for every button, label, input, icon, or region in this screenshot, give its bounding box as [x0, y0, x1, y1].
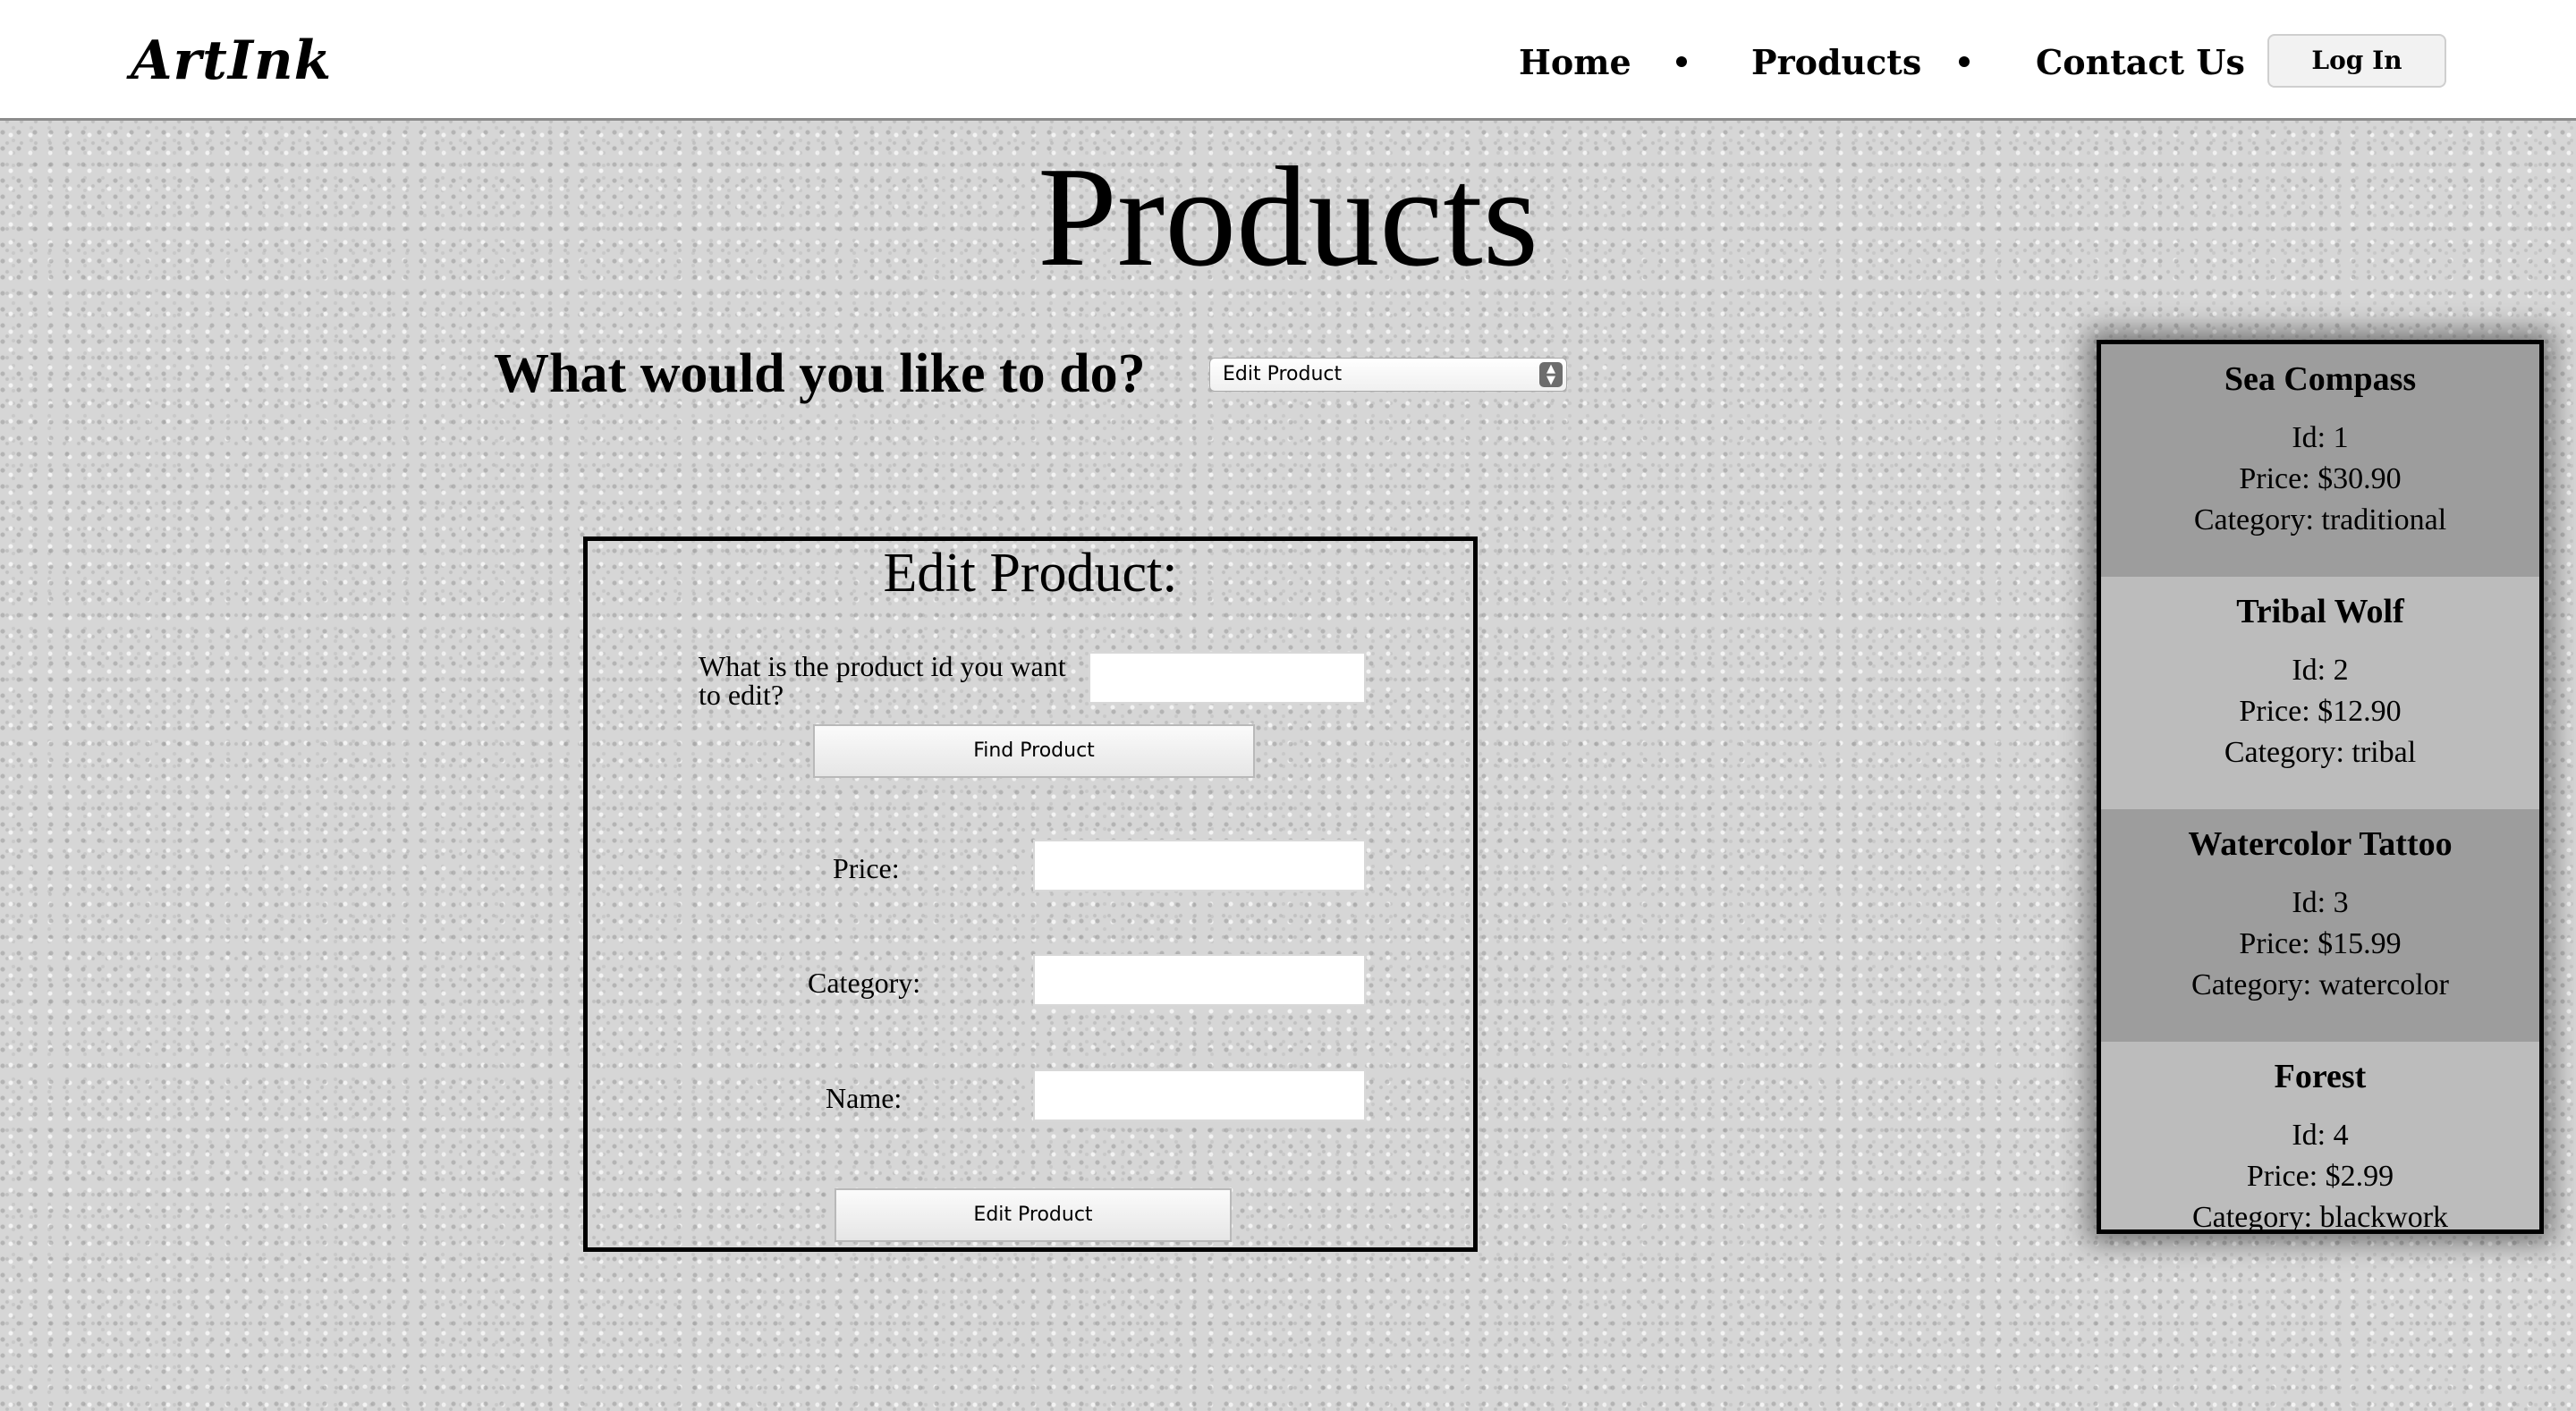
log-in-button[interactable]: Log In — [2267, 34, 2446, 88]
category-label: Category: — [808, 967, 921, 999]
product-list-panel[interactable]: Sea Compass Id: 1 Price: $30.90 Category… — [2097, 340, 2544, 1234]
product-name: Forest — [2274, 1058, 2367, 1095]
product-price: Price: $30.90 — [2239, 462, 2402, 495]
name-input[interactable] — [1033, 1069, 1366, 1121]
price-label: Price: — [833, 852, 900, 884]
nav-link-products[interactable]: Products — [1751, 36, 1921, 89]
page-title: Products — [1038, 137, 1538, 296]
product-category: Category: tribal — [2224, 736, 2417, 769]
product-id: Id: 4 — [2292, 1119, 2349, 1152]
edit-product-form: Edit Product: What is the product id you… — [583, 537, 1478, 1252]
category-input[interactable] — [1033, 954, 1366, 1006]
edit-product-title: Edit Product: — [883, 543, 1178, 604]
top-nav-bar: ArtInk Home Products Contact Us Log In — [0, 0, 2576, 121]
product-id: Id: 1 — [2292, 421, 2349, 454]
product-name: Sea Compass — [2224, 360, 2417, 398]
nav-link-contact-us[interactable]: Contact Us — [2036, 36, 2245, 89]
price-input[interactable] — [1033, 840, 1366, 891]
product-card: Sea Compass Id: 1 Price: $30.90 Category… — [2101, 344, 2539, 577]
product-name: Tribal Wolf — [2236, 593, 2404, 630]
product-category: Category: traditional — [2193, 503, 2447, 537]
product-id-input[interactable] — [1089, 652, 1366, 704]
product-card: Forest Id: 4 Price: $2.99 Category: blac… — [2101, 1042, 2539, 1234]
product-card: Watercolor Tattoo Id: 3 Price: $15.99 Ca… — [2101, 809, 2539, 1042]
edit-product-submit-button[interactable]: Edit Product — [835, 1188, 1232, 1242]
nav-separator-dot — [1959, 56, 1970, 67]
product-category: Category: blackwork — [2191, 1201, 2449, 1234]
product-id: Id: 2 — [2292, 654, 2349, 687]
artink-logo[interactable]: ArtInk — [131, 25, 332, 97]
product-category: Category: watercolor — [2191, 968, 2449, 1001]
action-question-heading: What would you like to do? — [494, 343, 1146, 404]
product-price: Price: $12.90 — [2239, 695, 2402, 728]
select-arrows-icon: ▲ ▼ — [1539, 362, 1563, 387]
action-select-value: Edit Product — [1223, 363, 1343, 385]
find-product-button[interactable]: Find Product — [813, 724, 1255, 778]
product-id: Id: 3 — [2292, 886, 2349, 919]
product-id-label: What is the product id you want to edit? — [699, 650, 1066, 711]
product-price: Price: $15.99 — [2239, 927, 2402, 960]
product-price: Price: $2.99 — [2246, 1160, 2394, 1193]
nav-separator-dot — [1676, 56, 1687, 67]
name-label: Name: — [826, 1082, 902, 1114]
nav-link-home[interactable]: Home — [1519, 36, 1631, 89]
action-select-dropdown[interactable]: Edit Product ▲ ▼ — [1209, 358, 1567, 392]
product-name: Watercolor Tattoo — [2188, 825, 2453, 863]
product-card: Tribal Wolf Id: 2 Price: $12.90 Category… — [2101, 577, 2539, 809]
